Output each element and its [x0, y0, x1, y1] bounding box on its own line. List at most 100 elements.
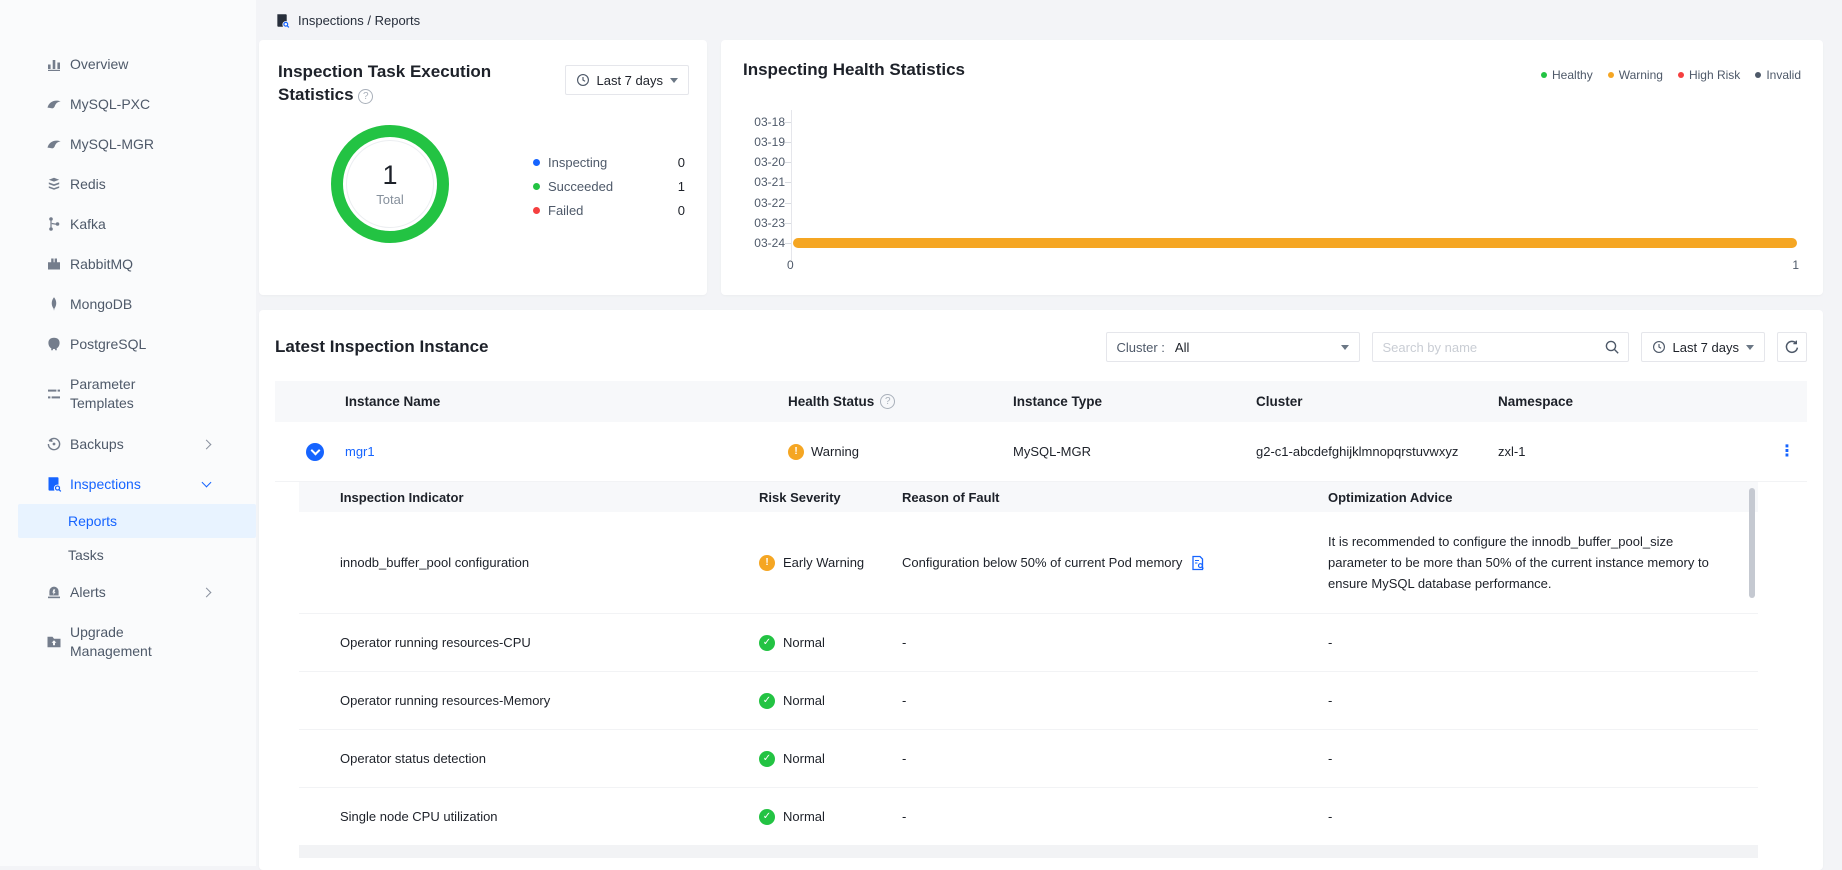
detail-row: Operator running resources-CPU ✓ Normal …	[299, 614, 1758, 672]
sidebar-item-alerts[interactable]: Alerts	[0, 572, 256, 612]
vertical-scrollbar-thumb[interactable]	[1749, 488, 1755, 598]
inspection-report-icon	[275, 13, 290, 28]
bar-chart-icon	[46, 56, 62, 72]
layers-icon	[46, 176, 62, 192]
detail-row: Operator running resources-Memory ✓ Norm…	[299, 672, 1758, 730]
advice-cell: -	[1328, 693, 1758, 708]
postgresql-icon	[46, 336, 62, 352]
sidebar-item-label: Alerts	[70, 584, 106, 600]
legend-dot-warning	[1608, 72, 1614, 78]
chevron-down-icon	[202, 478, 212, 488]
backup-icon	[46, 436, 62, 452]
instance-name-link[interactable]: mgr1	[345, 444, 375, 459]
advice-cell: -	[1328, 635, 1758, 650]
advice-cell: It is recommended to configure the innod…	[1328, 518, 1723, 607]
refresh-button[interactable]	[1777, 332, 1807, 362]
indicator-cell: innodb_buffer_pool configuration	[340, 555, 759, 570]
sidebar-item-label: MySQL-MGR	[70, 136, 154, 152]
report-doc-icon[interactable]	[1190, 555, 1206, 571]
y-axis-label: 03-20	[737, 154, 785, 170]
alert-icon	[46, 584, 62, 600]
severity-cell: ✓ Normal	[759, 809, 902, 825]
severity-cell: ✓ Normal	[759, 635, 902, 651]
search-box	[1372, 332, 1629, 362]
legend-item-failed: Failed 0	[533, 198, 685, 222]
sidebar-item-mysql-pxc[interactable]: MySQL-PXC	[0, 84, 256, 124]
detail-table-header: Inspection Indicator Risk Severity Reaso…	[299, 482, 1758, 512]
task-execution-title: Inspection Task Execution Statistics ?	[278, 60, 503, 106]
indicator-cell: Operator running resources-CPU	[340, 635, 759, 650]
col-namespace: Namespace	[1498, 394, 1767, 409]
table-bottom-strip	[299, 846, 1758, 858]
sidebar-item-mongodb[interactable]: MongoDB	[0, 284, 256, 324]
refresh-icon	[1784, 339, 1800, 355]
reason-cell: -	[902, 809, 1328, 824]
sidebar-item-upgrade-management[interactable]: Upgrade Management	[0, 612, 256, 672]
check-icon: ✓	[759, 809, 775, 825]
y-axis-label: 03-22	[737, 195, 785, 211]
cluster-select-label: Cluster :	[1117, 340, 1165, 355]
sidebar-item-label: Upgrade Management	[70, 623, 174, 661]
reason-cell: Configuration below 50% of current Pod m…	[902, 555, 1328, 571]
sidebar-item-label: Parameter Templates	[70, 375, 174, 413]
latest-inspection-card: Latest Inspection Instance Cluster : All…	[259, 310, 1823, 870]
cluster-select-value: All	[1175, 340, 1189, 355]
chevron-down-icon	[310, 446, 320, 456]
x-axis-tick-0: 0	[787, 258, 794, 272]
chevron-right-icon	[202, 587, 212, 597]
col-instance-name: Instance Name	[345, 394, 788, 409]
sidebar-item-kafka[interactable]: Kafka	[0, 204, 256, 244]
sidebar-item-backups[interactable]: Backups	[0, 424, 256, 464]
dolphin-icon	[46, 96, 62, 112]
search-input[interactable]	[1383, 340, 1604, 355]
main-content: Inspections / Reports Inspection Task Ex…	[256, 0, 1842, 866]
search-icon[interactable]	[1604, 339, 1620, 355]
row-actions-menu-button[interactable]: ⋮	[1767, 444, 1807, 460]
instance-table-header: Instance Name Health Status ? Instance T…	[275, 381, 1807, 422]
donut-total-label: Total	[376, 192, 403, 207]
col-instance-type: Instance Type	[1013, 394, 1256, 409]
kafka-icon	[46, 216, 62, 232]
health-bar-03-24	[793, 238, 1797, 248]
reason-cell: -	[902, 751, 1328, 766]
task-donut-legend: Inspecting 0 Succeeded 1 Failed 0	[533, 150, 685, 222]
collapse-row-button[interactable]	[306, 443, 324, 461]
sidebar-item-overview[interactable]: Overview	[0, 44, 256, 84]
instance-table: Instance Name Health Status ? Instance T…	[275, 381, 1807, 858]
help-icon[interactable]: ?	[358, 89, 373, 104]
sidebar-item-label: Tasks	[68, 547, 104, 563]
sidebar-item-label: Inspections	[70, 476, 141, 492]
check-icon: ✓	[759, 635, 775, 651]
sidebar-item-label: Reports	[68, 513, 117, 529]
col-cluster: Cluster	[1256, 394, 1498, 409]
legend-dot-failed	[533, 207, 540, 214]
sidebar-item-redis[interactable]: Redis	[0, 164, 256, 204]
sidebar-item-parameter-templates[interactable]: Parameter Templates	[0, 364, 256, 424]
sidebar-item-mysql-mgr[interactable]: MySQL-MGR	[0, 124, 256, 164]
sidebar-item-rabbitmq[interactable]: RabbitMQ	[0, 244, 256, 284]
x-axis-tick-1: 1	[1792, 258, 1799, 272]
mongodb-leaf-icon	[46, 296, 62, 312]
sidebar: Overview MySQL-PXC MySQL-MGR Redis Kafka…	[0, 0, 256, 866]
col-reason-of-fault: Reason of Fault	[902, 490, 1328, 505]
legend-item-warning: Warning	[1608, 68, 1663, 82]
sidebar-item-label: Backups	[70, 436, 124, 452]
sidebar-item-reports[interactable]: Reports	[18, 504, 256, 538]
sidebar-item-label: Redis	[70, 176, 106, 192]
instance-type-cell: MySQL-MGR	[1013, 444, 1256, 459]
help-icon[interactable]: ?	[880, 394, 895, 409]
advice-cell: -	[1328, 751, 1758, 766]
sidebar-item-postgresql[interactable]: PostgreSQL	[0, 324, 256, 364]
task-time-filter-button[interactable]: Last 7 days	[565, 65, 690, 95]
sidebar-item-tasks[interactable]: Tasks	[0, 538, 256, 572]
indicator-cell: Single node CPU utilization	[340, 809, 759, 824]
health-status-cell: ! Warning	[788, 444, 1013, 460]
legend-item-healthy: Healthy	[1541, 68, 1593, 82]
breadcrumb[interactable]: Inspections / Reports	[259, 0, 1823, 40]
severity-cell: ✓ Normal	[759, 751, 902, 767]
cluster-select[interactable]: Cluster : All	[1106, 332, 1360, 362]
sidebar-item-inspections[interactable]: Inspections	[0, 464, 256, 504]
donut-total-value: 1	[382, 161, 397, 189]
y-axis-label: 03-24	[737, 235, 785, 251]
latest-time-filter-button[interactable]: Last 7 days	[1641, 332, 1766, 362]
